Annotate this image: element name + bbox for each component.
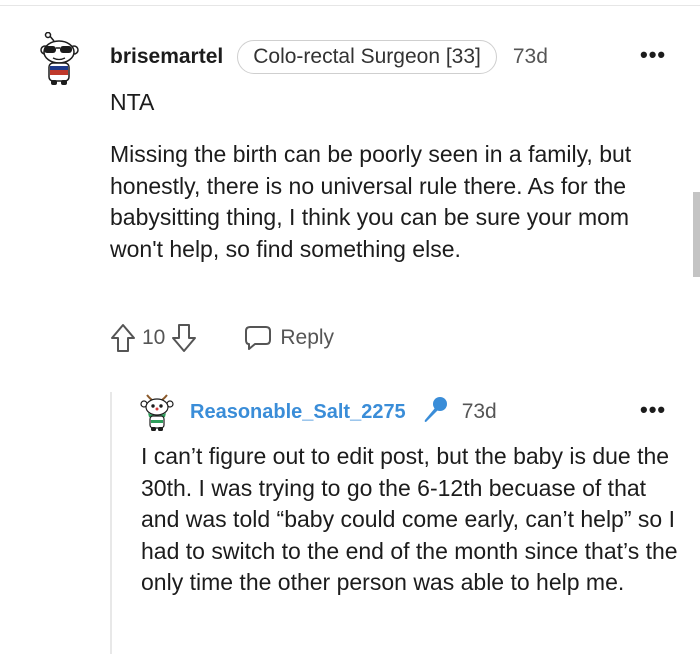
- reply-icon: [243, 324, 273, 352]
- reply-body: I can’t figure out to edit post, but the…: [141, 443, 678, 595]
- snoo-avatar-icon: [40, 31, 79, 85]
- snoo-christmas-avatar-icon: [140, 394, 174, 431]
- top-divider: [0, 5, 700, 6]
- thread-collapse-line[interactable]: [110, 392, 112, 654]
- vote-count: 10: [142, 326, 166, 349]
- more-options-button[interactable]: •••: [640, 42, 666, 68]
- comment-header: brisemartel Colo-rectal Surgeon [33] 73d: [110, 40, 548, 74]
- comment-first-line: NTA: [110, 89, 155, 115]
- downvote-icon[interactable]: [171, 323, 197, 353]
- reply-header: Reasonable_Salt_2275 73d: [190, 396, 497, 428]
- user-flair: Colo-rectal Surgeon [33]: [237, 40, 497, 74]
- reply-age: 73d: [461, 400, 497, 423]
- scrollbar-thumb[interactable]: [693, 192, 700, 277]
- avatar[interactable]: [36, 31, 84, 86]
- reply-button[interactable]: Reply: [243, 324, 334, 352]
- username[interactable]: brisemartel: [110, 45, 223, 69]
- comment-body: Missing the birth can be poorly seen in …: [110, 141, 632, 262]
- reply-more-options-button[interactable]: •••: [640, 397, 666, 423]
- upvote-icon[interactable]: [110, 323, 136, 353]
- microphone-icon: [420, 395, 450, 430]
- comment-age: 73d: [512, 45, 548, 68]
- reply-avatar[interactable]: [139, 392, 175, 432]
- op-username[interactable]: Reasonable_Salt_2275: [190, 401, 406, 424]
- reply-label: Reply: [280, 326, 335, 349]
- comment-actions: 10 Reply: [110, 321, 334, 355]
